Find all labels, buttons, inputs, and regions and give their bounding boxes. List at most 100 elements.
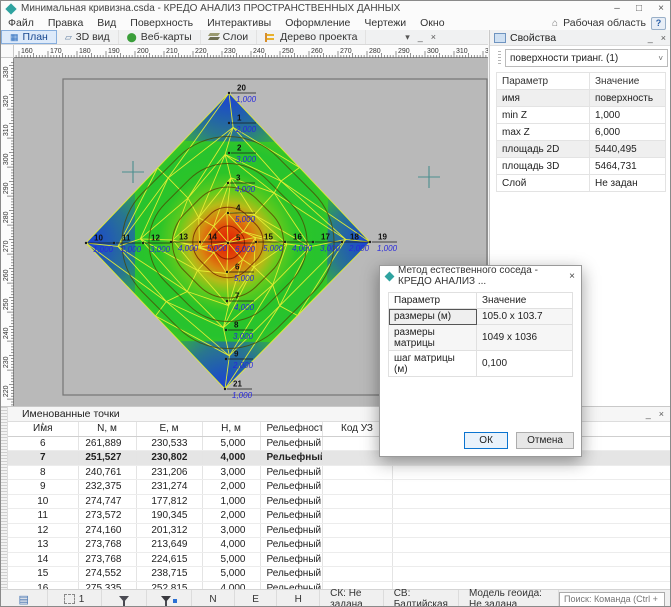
tab-План[interactable]: ▦План [1,30,57,44]
cancel-button[interactable]: Отмена [516,432,574,449]
table-row[interactable]: 15274,552238,7155,000Рельефный [8,567,671,582]
filter-tool[interactable] [102,590,147,607]
dialog-param-row[interactable]: шаг матрицы (м)0,100 [389,351,573,377]
menu-item-Интерактивы[interactable]: Интерактивы [200,17,278,29]
dialog-close-icon[interactable]: × [563,271,581,282]
svg-text:15: 15 [264,233,273,242]
map-point-19[interactable]: 191,000 [369,233,398,254]
value-column-header[interactable]: Значение [590,73,666,90]
table-row[interactable]: 14273,768224,6155,000Рельефный [8,552,671,567]
pane-minimize-icon[interactable]: _ [418,32,423,42]
panel-drag-handle[interactable] [1,407,8,590]
cell: 3,000 [202,523,260,538]
workspace-icon[interactable]: ⌂ [552,18,558,29]
cell-empty [392,552,671,567]
svg-text:5,000: 5,000 [263,244,284,253]
svg-text:5,000: 5,000 [207,244,228,253]
natural-neighbor-dialog: Метод естественного соседа - КРЕДО АНАЛИ… [379,265,582,457]
height-system-status[interactable]: СВ: Балтийская [384,590,459,607]
dialog-param-row[interactable]: размеры (м)105.0 x 103.7 [389,309,573,325]
dialog-title: Метод естественного соседа - КРЕДО АНАЛИ… [398,265,558,287]
column-header-Имя[interactable]: Имя▴ [8,422,78,436]
pane-close-icon[interactable]: × [431,32,436,42]
dialog-param-value[interactable]: 105.0 x 103.7 [477,309,573,325]
menu-item-Правка[interactable]: Правка [41,17,90,29]
cell: 231,274 [136,480,202,495]
svg-text:7: 7 [235,292,240,301]
3d-view-icon: ▱ [65,33,72,42]
dialog-param-row[interactable]: размеры матрицы1049 x 1036 [389,325,573,351]
cell: 15 [8,567,78,582]
table-row[interactable]: 9232,375231,2742,000Рельефный [8,480,671,495]
dialog-param-value[interactable]: 1049 x 1036 [477,325,573,351]
property-name: площадь 3D [497,158,590,175]
cell [322,480,392,495]
cell: Рельефный [260,436,322,451]
cell: 201,312 [136,523,202,538]
props-close-icon[interactable]: × [661,33,666,43]
tab-Веб-карты[interactable]: ⬤Веб-карты [119,30,201,44]
param-column-header[interactable]: Параметр [497,73,590,90]
property-row[interactable]: площадь 3D5464,731 [497,158,666,175]
property-row[interactable]: площадь 2D5440,495 [497,141,666,158]
property-name: Слой [497,175,590,192]
filter-add-tool[interactable] [147,590,192,607]
ok-button[interactable]: ОК [464,432,508,449]
menu-item-Окно[interactable]: Окно [413,17,451,29]
dialog-title-bar[interactable]: Метод естественного соседа - КРЕДО АНАЛИ… [380,266,581,286]
cell: 274,160 [78,523,136,538]
column-header-N, м[interactable]: N, м [78,422,136,436]
menu-item-Оформление[interactable]: Оформление [278,17,357,29]
coordinate-system-status[interactable]: СК: Не задана [320,590,384,607]
help-icon[interactable]: ? [651,17,666,30]
cell: 9 [8,480,78,495]
tab-Дерево проекта[interactable]: Дерево проекта [257,30,366,44]
menu-item-Вид[interactable]: Вид [90,17,123,29]
tab-3D вид[interactable]: ▱ 3D вид [57,30,119,44]
workspace-label[interactable]: Рабочая область [563,17,646,29]
property-row[interactable]: max Z6,000 [497,124,666,141]
command-search-input[interactable] [559,592,665,607]
svg-text:4,000: 4,000 [292,244,313,253]
geoid-model-status[interactable]: Модель геоида: Не задана [459,590,559,607]
menu-item-Файл[interactable]: Файл [1,17,41,29]
svg-text:2,000: 2,000 [348,244,370,253]
minimize-button[interactable]: – [606,3,628,14]
maximize-button[interactable]: □ [628,3,650,14]
points-minimize-icon[interactable]: _ [646,409,651,419]
property-value: 5464,731 [590,158,666,175]
table-row[interactable]: 13273,768213,6494,000Рельефный [8,538,671,553]
table-row[interactable]: 12274,160201,3123,000Рельефный [8,523,671,538]
selection-count-indicator[interactable]: 1 [48,590,102,607]
table-row[interactable]: 8240,761231,2063,000Рельефный [8,465,671,480]
pane-menu-icon[interactable]: ▾ [405,32,410,43]
property-row[interactable]: min Z1,000 [497,107,666,124]
plot-tool[interactable]: ▤ [1,590,48,607]
svg-text:4: 4 [236,204,241,213]
property-row[interactable]: СлойНе задан [497,175,666,192]
property-row[interactable]: имяповерхность [497,90,666,107]
column-header-Рельефность[interactable]: Рельефность [260,422,322,436]
dialog-param-value[interactable]: 0,100 [477,351,573,377]
svg-text:2,000: 2,000 [120,245,142,254]
properties-panel-header[interactable]: Свойства _ × [490,30,671,46]
drag-handle[interactable] [498,51,501,65]
column-header-H, м[interactable]: H, м [202,422,260,436]
app-icon [5,3,16,14]
table-row[interactable]: 11273,572190,3452,000Рельефный [8,509,671,524]
points-close-icon[interactable]: × [659,409,664,419]
svg-text:9: 9 [234,350,239,359]
tab-label: 3D вид [76,31,110,43]
svg-text:1,000: 1,000 [377,244,398,253]
table-row[interactable]: 10274,747177,8121,000Рельефный [8,494,671,509]
tab-label: План [23,31,48,43]
object-selector-dropdown[interactable]: поверхности трианг. (1) ˅ [505,49,668,67]
svg-text:190: 190 [108,48,120,55]
tab-Слои[interactable]: Слои [201,30,258,44]
column-header-E, м[interactable]: E, м [136,422,202,436]
props-minimize-icon[interactable]: _ [648,33,653,43]
svg-text:200: 200 [137,48,149,55]
menu-item-Поверхность[interactable]: Поверхность [123,17,200,29]
close-button[interactable]: × [650,3,671,14]
menu-item-Чертежи[interactable]: Чертежи [357,17,413,29]
